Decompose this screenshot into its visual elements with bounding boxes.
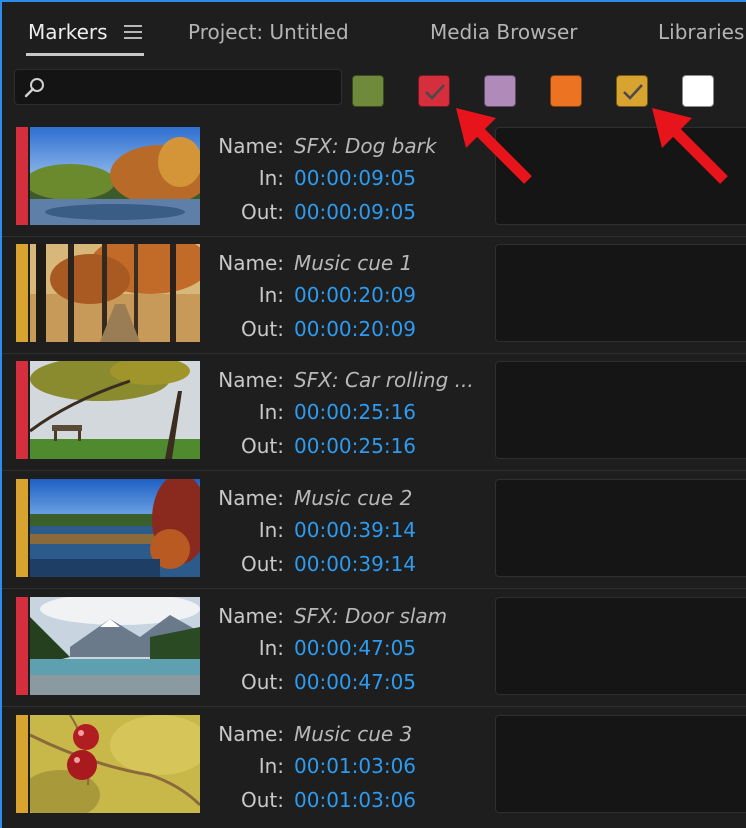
marker-comment-field[interactable] (495, 361, 746, 459)
marker-in-time[interactable]: 00:00:09:05 (294, 166, 416, 190)
in-label: In: (258, 283, 284, 307)
marker-out-time[interactable]: 00:00:25:16 (294, 434, 416, 458)
bench-tree-icon (30, 361, 200, 459)
out-label: Out: (241, 670, 284, 694)
marker-comment-field[interactable] (495, 479, 746, 577)
in-label: In: (258, 754, 284, 778)
marker-search-box[interactable] (14, 69, 342, 106)
in-label: In: (258, 518, 284, 542)
forest-trail-icon (30, 244, 200, 342)
marker-color-bar (16, 244, 28, 342)
marker-row[interactable]: Name: Music cue 1 In: 00:00:20:09 Out: 0… (2, 237, 746, 354)
marker-out-time[interactable]: 00:00:09:05 (294, 200, 416, 224)
name-label: Name: (218, 486, 284, 510)
in-label: In: (258, 400, 284, 424)
panel-tab-bar: Markers Project: Untitled Media Browser … (2, 2, 746, 60)
marker-comment-field[interactable] (495, 244, 746, 342)
out-label: Out: (241, 200, 284, 224)
marker-name[interactable]: SFX: Dog bark (294, 134, 436, 158)
marker-color-bar (16, 127, 28, 225)
marker-row[interactable]: Name: SFX: Door slam In: 00:00:47:05 Out… (2, 590, 746, 707)
annotation-arrow-icon (652, 108, 728, 184)
marker-row[interactable]: Name: Music cue 2 In: 00:00:39:14 Out: 0… (2, 472, 746, 589)
marker-in-time[interactable]: 00:00:39:14 (294, 518, 416, 542)
marker-row[interactable]: Name: SFX: Car rolling ... In: 00:00:25:… (2, 354, 746, 471)
marker-out-time[interactable]: 00:00:20:09 (294, 317, 416, 341)
marker-in-time[interactable]: 00:00:20:09 (294, 283, 416, 307)
out-label: Out: (241, 552, 284, 576)
marker-name[interactable]: Music cue 1 (294, 251, 412, 275)
search-icon (24, 78, 44, 98)
name-label: Name: (218, 368, 284, 392)
name-label: Name: (218, 722, 284, 746)
out-label: Out: (241, 788, 284, 812)
marker-name[interactable]: Music cue 3 (294, 722, 412, 746)
red-berries-icon (30, 715, 200, 813)
marker-color-bar (16, 597, 28, 695)
name-label: Name: (218, 604, 284, 628)
marker-out-time[interactable]: 00:00:47:05 (294, 670, 416, 694)
marker-out-time[interactable]: 00:01:03:06 (294, 788, 416, 812)
tab-libraries[interactable]: Libraries (658, 20, 744, 44)
search-input[interactable] (55, 70, 339, 106)
marker-name[interactable]: Music cue 2 (294, 486, 412, 510)
marker-color-bar (16, 361, 28, 459)
marker-color-bar (16, 479, 28, 577)
tab-project[interactable]: Project: Untitled (188, 20, 349, 44)
in-label: In: (258, 636, 284, 660)
checkmark-icon (623, 84, 643, 100)
annotation-arrow-icon (456, 108, 532, 184)
marker-name[interactable]: SFX: Car rolling ... (294, 368, 474, 392)
color-filter-red[interactable] (418, 75, 450, 107)
color-filter-yellow[interactable] (616, 75, 648, 107)
marker-comment-field[interactable] (495, 597, 746, 695)
marsh-lake-icon (30, 479, 200, 577)
marker-row[interactable]: Name: SFX: Dog bark In: 00:00:09:05 Out:… (2, 120, 746, 237)
marker-in-time[interactable]: 00:01:03:06 (294, 754, 416, 778)
marker-comment-field[interactable] (495, 715, 746, 813)
tab-media-browser[interactable]: Media Browser (430, 20, 577, 44)
panel-menu-icon[interactable] (124, 25, 142, 39)
mountain-river-icon (30, 597, 200, 695)
marker-out-time[interactable]: 00:00:39:14 (294, 552, 416, 576)
marker-name[interactable]: SFX: Door slam (294, 604, 447, 628)
lake-autumn-icon (30, 127, 200, 225)
in-label: In: (258, 166, 284, 190)
tab-markers[interactable]: Markers (28, 20, 108, 44)
active-tab-underline (26, 53, 144, 56)
checkmark-icon (425, 84, 445, 100)
color-filter-green[interactable] (352, 75, 384, 107)
out-label: Out: (241, 434, 284, 458)
marker-row[interactable]: Name: Music cue 3 In: 00:01:03:06 Out: 0… (2, 708, 746, 825)
out-label: Out: (241, 317, 284, 341)
marker-color-bar (16, 715, 28, 813)
markers-panel: Markers Project: Untitled Media Browser … (0, 0, 746, 828)
marker-in-time[interactable]: 00:00:25:16 (294, 400, 416, 424)
marker-in-time[interactable]: 00:00:47:05 (294, 636, 416, 660)
name-label: Name: (218, 251, 284, 275)
color-filter-orange[interactable] (550, 75, 582, 107)
name-label: Name: (218, 134, 284, 158)
